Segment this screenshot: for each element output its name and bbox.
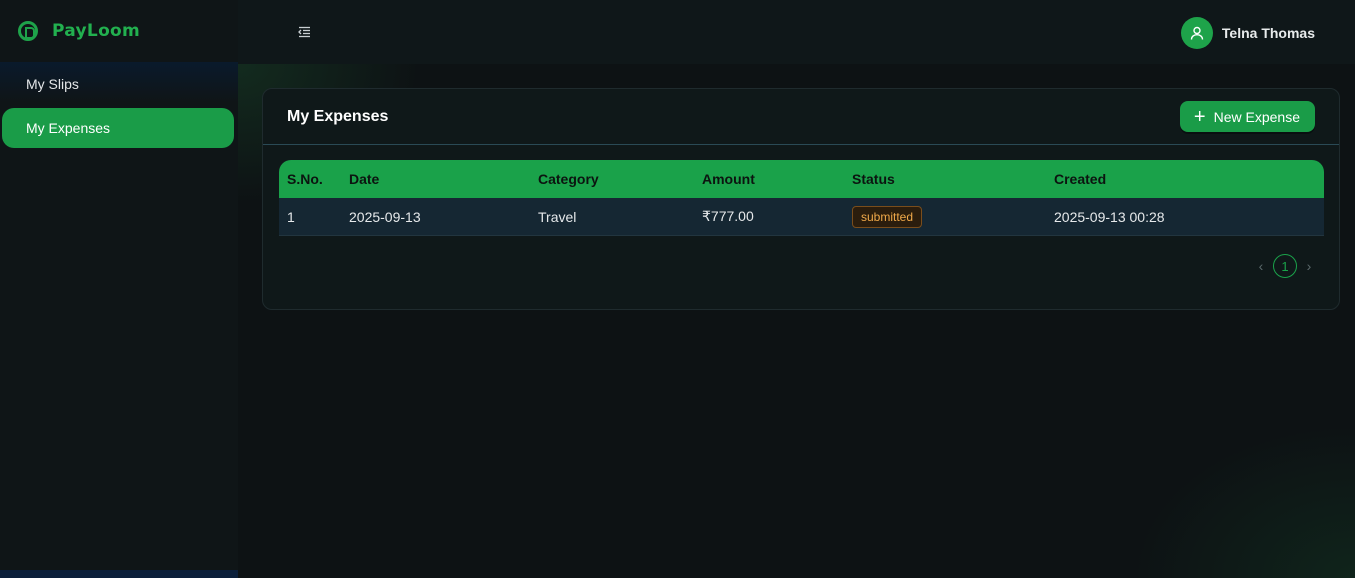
column-header-status[interactable]: Status xyxy=(852,171,1054,187)
column-header-sno[interactable]: S.No. xyxy=(279,171,349,187)
menu-collapse-icon[interactable] xyxy=(296,24,312,40)
sidebar: PayLoom My Slips My Expenses xyxy=(0,0,238,578)
column-header-amount[interactable]: Amount xyxy=(702,171,852,187)
column-header-date[interactable]: Date xyxy=(349,171,538,187)
new-expense-label: New Expense xyxy=(1213,108,1300,125)
user-name: Telna Thomas xyxy=(1221,25,1315,41)
cell-category: Travel xyxy=(538,208,577,225)
brand-name: PayLoom xyxy=(52,21,141,41)
expenses-table: S.No. Date Category Amount Status Create… xyxy=(279,160,1324,236)
column-header-created[interactable]: Created xyxy=(1054,171,1324,187)
chevron-left-icon[interactable]: ‹ xyxy=(1255,258,1267,274)
user-menu[interactable]: Telna Thomas xyxy=(1180,17,1315,49)
brand[interactable]: PayLoom xyxy=(0,0,238,62)
avatar xyxy=(1180,17,1213,49)
column-header-category[interactable]: Category xyxy=(538,171,702,187)
sidebar-item-my-expenses[interactable]: My Expenses xyxy=(2,108,234,148)
sidebar-item-label: My Slips xyxy=(26,76,79,92)
cell-amount: ₹777.00 xyxy=(702,208,754,224)
card-header: My Expenses + New Expense xyxy=(263,89,1339,145)
cell-sno: 1 xyxy=(287,208,295,225)
topbar: Telna Thomas xyxy=(238,0,1355,64)
user-icon xyxy=(1190,26,1204,40)
cell-created: 2025-09-13 00:28 xyxy=(1054,208,1165,225)
sidebar-item-my-slips[interactable]: My Slips xyxy=(2,64,234,104)
new-expense-button[interactable]: + New Expense xyxy=(1179,101,1315,132)
sidebar-nav: My Slips My Expenses xyxy=(0,62,238,578)
main-content: My Expenses + New Expense S.No. Date Cat… xyxy=(238,64,1355,578)
sidebar-item-label: My Expenses xyxy=(26,120,111,136)
page-title: My Expenses xyxy=(287,107,389,125)
table-header: S.No. Date Category Amount Status Create… xyxy=(279,160,1324,198)
cell-date: 2025-09-13 xyxy=(349,208,421,225)
sidebar-footer-bar xyxy=(0,570,238,578)
chevron-right-icon[interactable]: › xyxy=(1303,258,1315,274)
page-number-button[interactable]: 1 xyxy=(1273,254,1297,278)
status-badge: submitted xyxy=(852,205,923,228)
expenses-card: My Expenses + New Expense S.No. Date Cat… xyxy=(262,88,1340,310)
payloom-logo-icon xyxy=(18,21,38,41)
cell-status: submitted xyxy=(852,205,1054,228)
pagination: ‹ 1 › xyxy=(1255,254,1315,278)
plus-icon: + xyxy=(1193,105,1206,128)
table-row[interactable]: 1 2025-09-13 Travel ₹777.00 submitted 20… xyxy=(279,198,1324,236)
